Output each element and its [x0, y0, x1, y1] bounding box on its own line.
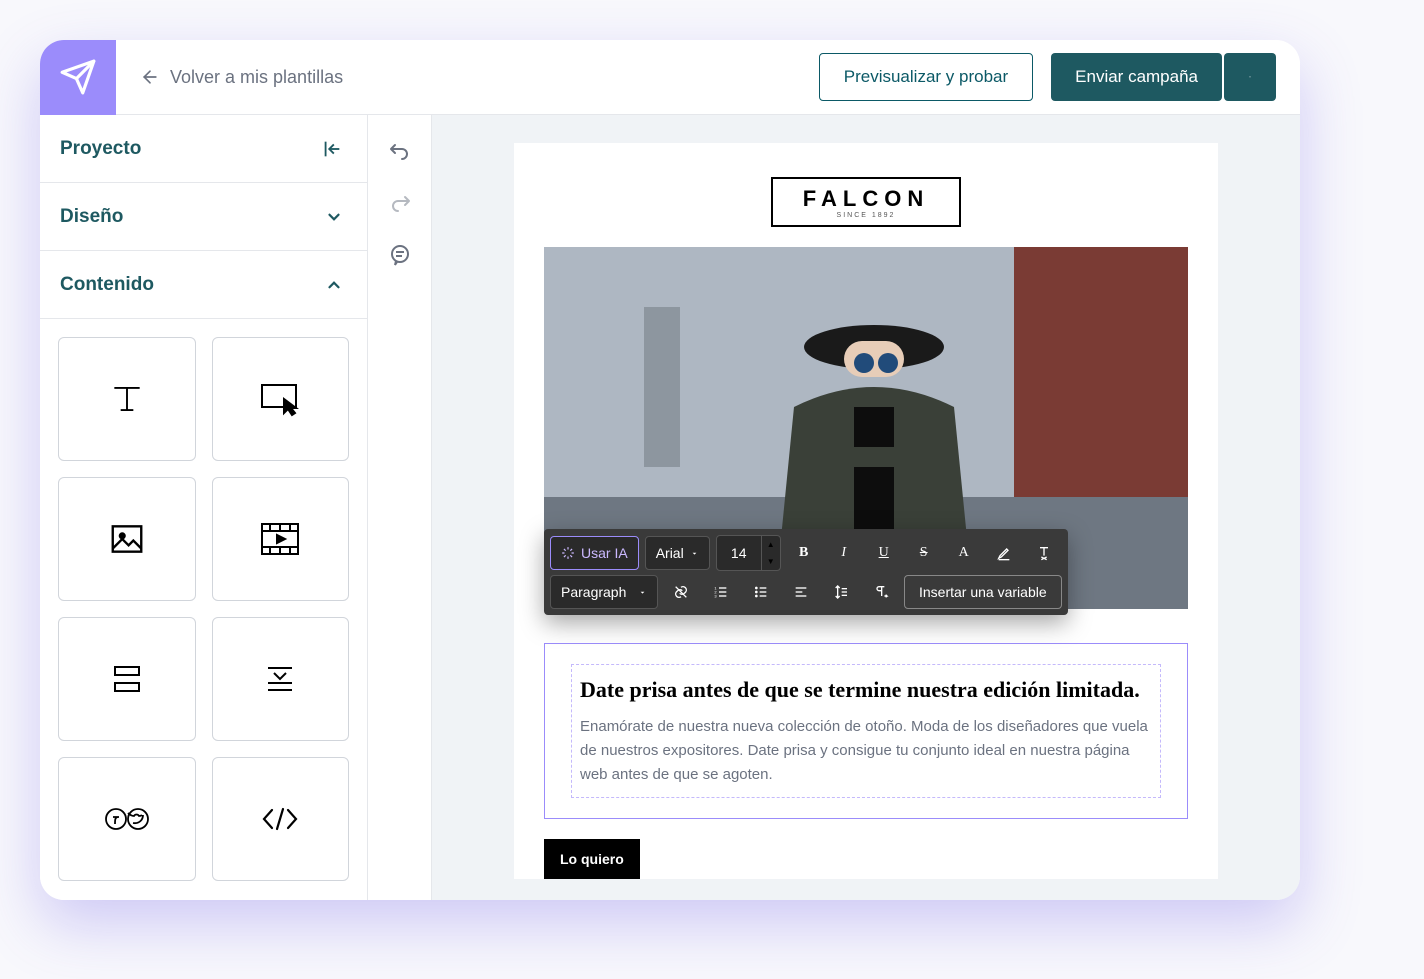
arrow-left-icon: [140, 67, 160, 87]
caret-down-icon: [690, 549, 699, 558]
content-block-social[interactable]: [58, 757, 196, 881]
content-block-html[interactable]: [212, 757, 350, 881]
sidebar-section-content[interactable]: Contenido: [40, 251, 367, 319]
font-size-stepper[interactable]: ▲ ▼: [716, 535, 781, 571]
line-height-icon: [833, 584, 849, 600]
ordered-list-icon: 123: [713, 584, 729, 600]
align-button[interactable]: [784, 575, 818, 609]
insert-variable-button[interactable]: Insertar una variable: [904, 575, 1062, 609]
line-height-button[interactable]: [824, 575, 858, 609]
email-canvas: FALCON SINCE 1892: [514, 143, 1218, 879]
clear-format-icon: [1036, 545, 1052, 561]
preview-button[interactable]: Previsualizar y probar: [819, 53, 1033, 101]
svg-text:3: 3: [714, 593, 717, 598]
code-icon: [258, 804, 302, 834]
app-logo: [40, 40, 116, 115]
sidebar-section-design[interactable]: Diseño: [40, 183, 367, 251]
back-label: Volver a mis plantillas: [170, 67, 343, 88]
content-block-divider[interactable]: [212, 617, 350, 741]
video-icon: [260, 522, 300, 556]
canvas-area[interactable]: FALCON SINCE 1892: [432, 115, 1300, 900]
top-bar: Volver a mis plantillas Previsualizar y …: [40, 40, 1300, 115]
sparkle-icon: [561, 546, 575, 560]
clear-format-button[interactable]: [1027, 536, 1061, 570]
comment-icon: [388, 243, 412, 267]
highlight-button[interactable]: [987, 536, 1021, 570]
email-body[interactable]: Enamórate de nuestra nueva colección de …: [580, 715, 1152, 787]
caret-down-icon: [1248, 71, 1252, 83]
content-block-spacer[interactable]: [58, 617, 196, 741]
content-block-image[interactable]: [58, 477, 196, 601]
font-size-input[interactable]: [717, 536, 761, 570]
font-family-select[interactable]: Arial: [645, 536, 710, 570]
send-campaign-button[interactable]: Enviar campaña: [1051, 53, 1222, 101]
align-icon: [793, 584, 809, 600]
text-color-icon: A: [959, 545, 969, 561]
undo-button[interactable]: [376, 127, 424, 175]
caret-down-icon: [638, 588, 647, 597]
email-heading[interactable]: Date prisa antes de que se termine nuest…: [580, 675, 1152, 705]
strikethrough-icon: S: [920, 545, 928, 561]
use-ai-button[interactable]: Usar IA: [550, 536, 639, 570]
chevron-up-icon: [325, 276, 343, 294]
tool-column: [368, 115, 432, 900]
content-block-video[interactable]: [212, 477, 350, 601]
highlight-icon: [996, 545, 1012, 561]
underline-button[interactable]: U: [867, 536, 901, 570]
divider-icon: [262, 661, 298, 697]
italic-button[interactable]: I: [827, 536, 861, 570]
text-editor-toolbar: Usar IA Arial ▲ ▼: [544, 529, 1068, 615]
text-edit-area[interactable]: Date prisa antes de que se termine nuest…: [571, 664, 1161, 798]
email-brand-logo[interactable]: FALCON SINCE 1892: [771, 177, 961, 227]
font-size-down[interactable]: ▼: [762, 553, 780, 570]
send-dropdown-button[interactable]: [1224, 53, 1276, 101]
redo-button[interactable]: [376, 179, 424, 227]
bold-button[interactable]: B: [787, 536, 821, 570]
back-to-templates-link[interactable]: Volver a mis plantillas: [140, 67, 343, 88]
social-icon: [101, 804, 153, 834]
selected-text-block[interactable]: Date prisa antes de que se termine nuest…: [544, 643, 1188, 819]
bold-icon: B: [799, 545, 808, 561]
unordered-list-icon: [753, 584, 769, 600]
ordered-list-button[interactable]: 123: [704, 575, 738, 609]
font-size-up[interactable]: ▲: [762, 536, 780, 553]
italic-icon: I: [841, 545, 846, 561]
spacer-icon: [109, 661, 145, 697]
left-sidebar: Proyecto Diseño Contenido: [40, 115, 368, 900]
button-icon: [258, 381, 302, 417]
brand-tagline: SINCE 1892: [837, 212, 896, 219]
paragraph-style-select[interactable]: Paragraph: [550, 575, 658, 609]
strikethrough-button[interactable]: S: [907, 536, 941, 570]
text-direction-icon: [873, 584, 889, 600]
content-block-text[interactable]: [58, 337, 196, 461]
comments-button[interactable]: [376, 231, 424, 279]
unlink-button[interactable]: [664, 575, 698, 609]
undo-icon: [388, 139, 412, 163]
text-icon: [108, 380, 146, 418]
content-blocks-grid: [40, 319, 367, 899]
send-icon: [59, 58, 97, 96]
brand-name: FALCON: [803, 186, 929, 212]
collapse-left-icon: [321, 138, 343, 160]
cta-button[interactable]: Lo quiero: [544, 839, 640, 879]
underline-icon: U: [879, 545, 889, 561]
chevron-down-icon: [325, 208, 343, 226]
unlink-icon: [673, 584, 689, 600]
content-block-button[interactable]: [212, 337, 350, 461]
redo-icon: [388, 191, 412, 215]
image-icon: [108, 520, 146, 558]
text-color-button[interactable]: A: [947, 536, 981, 570]
unordered-list-button[interactable]: [744, 575, 778, 609]
sidebar-section-project[interactable]: Proyecto: [40, 115, 367, 183]
text-direction-button[interactable]: [864, 575, 898, 609]
